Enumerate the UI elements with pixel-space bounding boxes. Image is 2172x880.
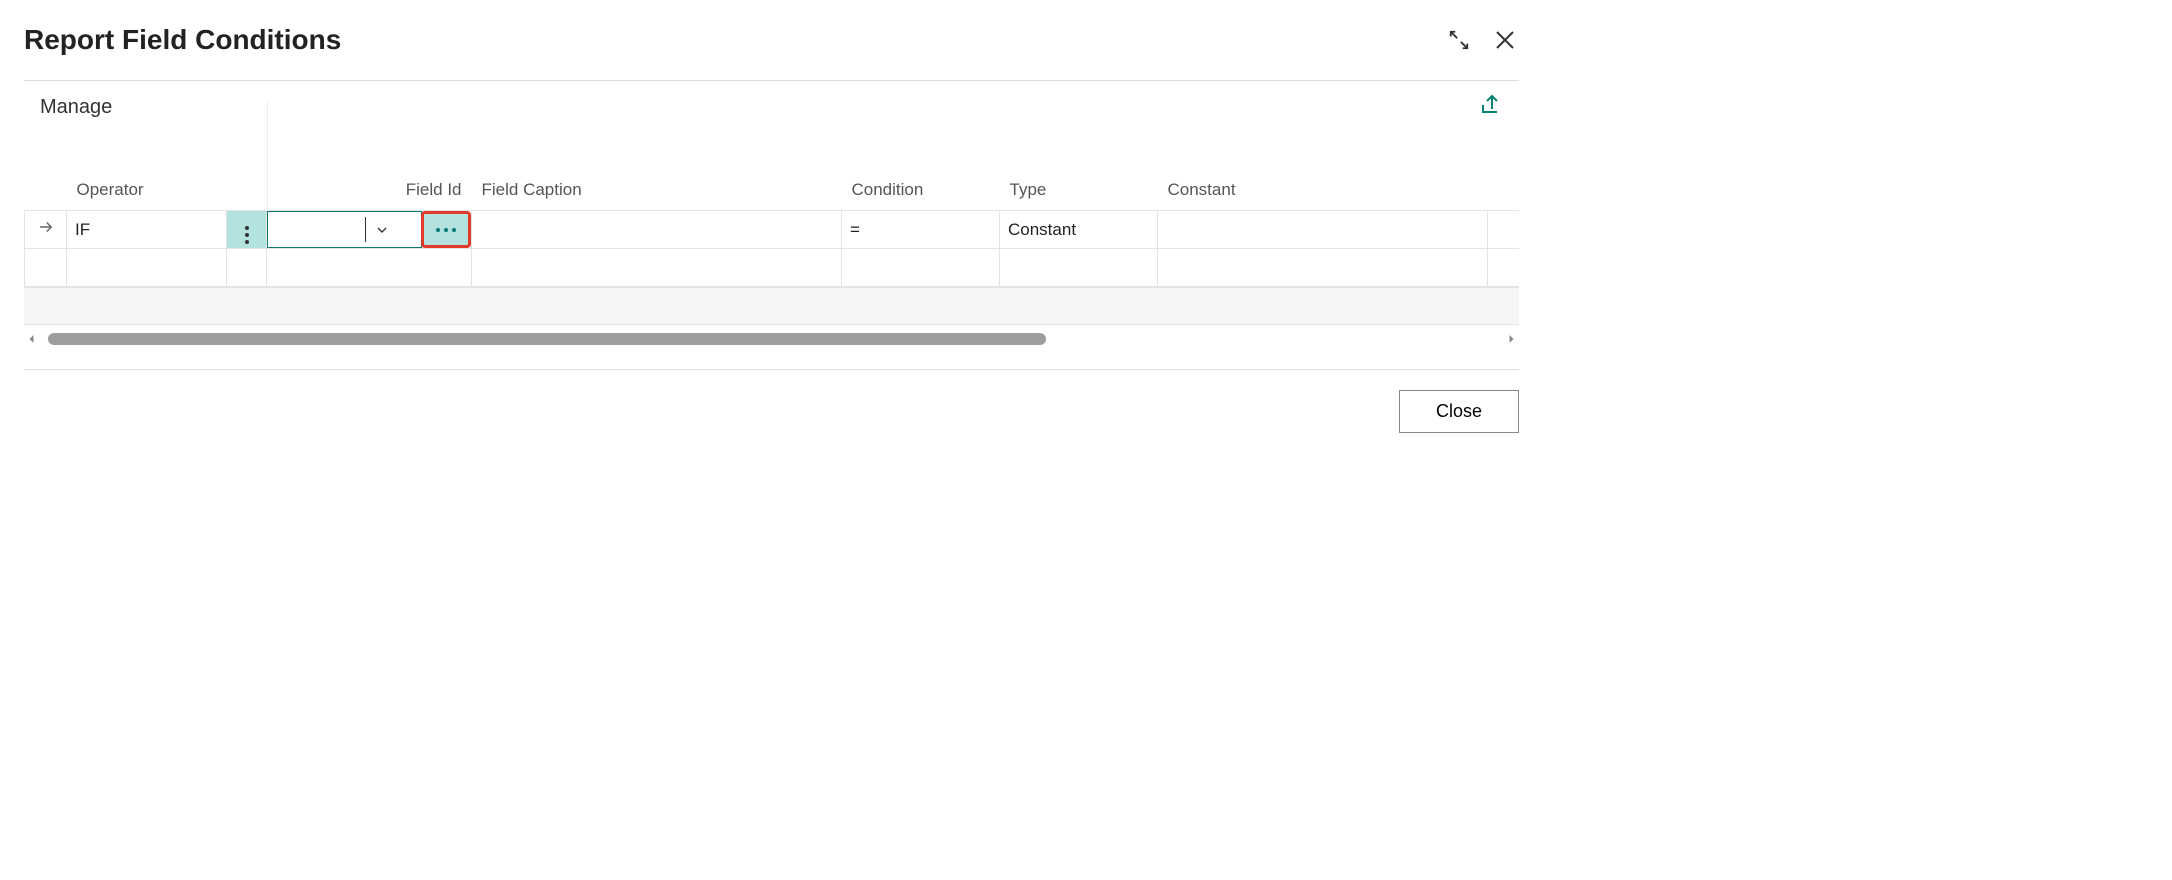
horizontal-scrollbar[interactable] — [24, 325, 1519, 353]
col-header-condition[interactable]: Condition — [842, 172, 1000, 211]
cell-field-id[interactable] — [267, 249, 472, 287]
table-row[interactable] — [25, 249, 1520, 287]
cell-field-caption[interactable] — [472, 249, 842, 287]
cell-operator[interactable] — [67, 249, 227, 287]
cell-constant[interactable] — [1158, 249, 1488, 287]
dialog-footer: Close — [24, 369, 1519, 433]
dialog-report-field-conditions: Report Field Conditions Manage — [0, 0, 1543, 443]
scroll-track[interactable] — [48, 333, 1495, 345]
conditions-grid: Operator Field Id Field Caption Conditio… — [24, 172, 1519, 287]
col-header-menu — [227, 172, 267, 211]
row-menu-button[interactable] — [227, 211, 267, 249]
row-indicator[interactable] — [25, 211, 67, 249]
cell-type[interactable] — [1000, 249, 1158, 287]
table-row[interactable]: IF — [25, 211, 1520, 249]
more-vertical-icon — [245, 226, 249, 244]
grid-container: Operator Field Id Field Caption Conditio… — [24, 172, 1519, 353]
field-id-dropdown[interactable] — [267, 211, 422, 248]
close-button[interactable]: Close — [1399, 390, 1519, 433]
cell-constant[interactable] — [1158, 211, 1488, 249]
cell-type[interactable]: Constant — [1000, 211, 1158, 249]
col-header-operator[interactable]: Operator — [67, 172, 227, 211]
col-header-field-id[interactable]: Field Id — [267, 172, 472, 211]
drilldown-button[interactable] — [421, 211, 471, 248]
grid-header-row: Operator Field Id Field Caption Conditio… — [25, 172, 1520, 211]
expand-icon[interactable] — [1445, 26, 1473, 54]
cell-condition[interactable] — [842, 249, 1000, 287]
col-header-remainder — [1488, 172, 1520, 211]
scroll-right-icon[interactable] — [1503, 331, 1519, 347]
more-horizontal-icon — [436, 228, 456, 232]
dialog-header: Report Field Conditions — [24, 24, 1519, 56]
col-header-field-caption[interactable]: Field Caption — [472, 172, 842, 211]
field-id-input[interactable] — [274, 217, 366, 242]
col-header-constant[interactable]: Constant — [1158, 172, 1488, 211]
header-actions — [1445, 26, 1519, 54]
row-indicator[interactable] — [25, 249, 67, 287]
cell-field-caption[interactable] — [472, 211, 842, 249]
grid-footer-blank — [24, 287, 1519, 325]
cell-remainder — [1488, 211, 1520, 249]
dialog-title: Report Field Conditions — [24, 24, 341, 56]
chevron-down-icon[interactable] — [366, 222, 398, 238]
cell-operator[interactable]: IF — [67, 211, 227, 249]
cell-condition[interactable]: = — [842, 211, 1000, 249]
cell-field-id[interactable] — [267, 211, 472, 249]
cell-remainder — [1488, 249, 1520, 287]
col-header-selector — [25, 172, 67, 211]
row-menu-placeholder — [227, 249, 267, 287]
toolbar: Manage — [24, 81, 1519, 134]
col-header-type[interactable]: Type — [1000, 172, 1158, 211]
scroll-left-icon[interactable] — [24, 331, 40, 347]
share-icon[interactable] — [1479, 93, 1503, 122]
scroll-thumb[interactable] — [48, 333, 1046, 345]
close-icon[interactable] — [1491, 26, 1519, 54]
manage-menu[interactable]: Manage — [40, 96, 112, 119]
